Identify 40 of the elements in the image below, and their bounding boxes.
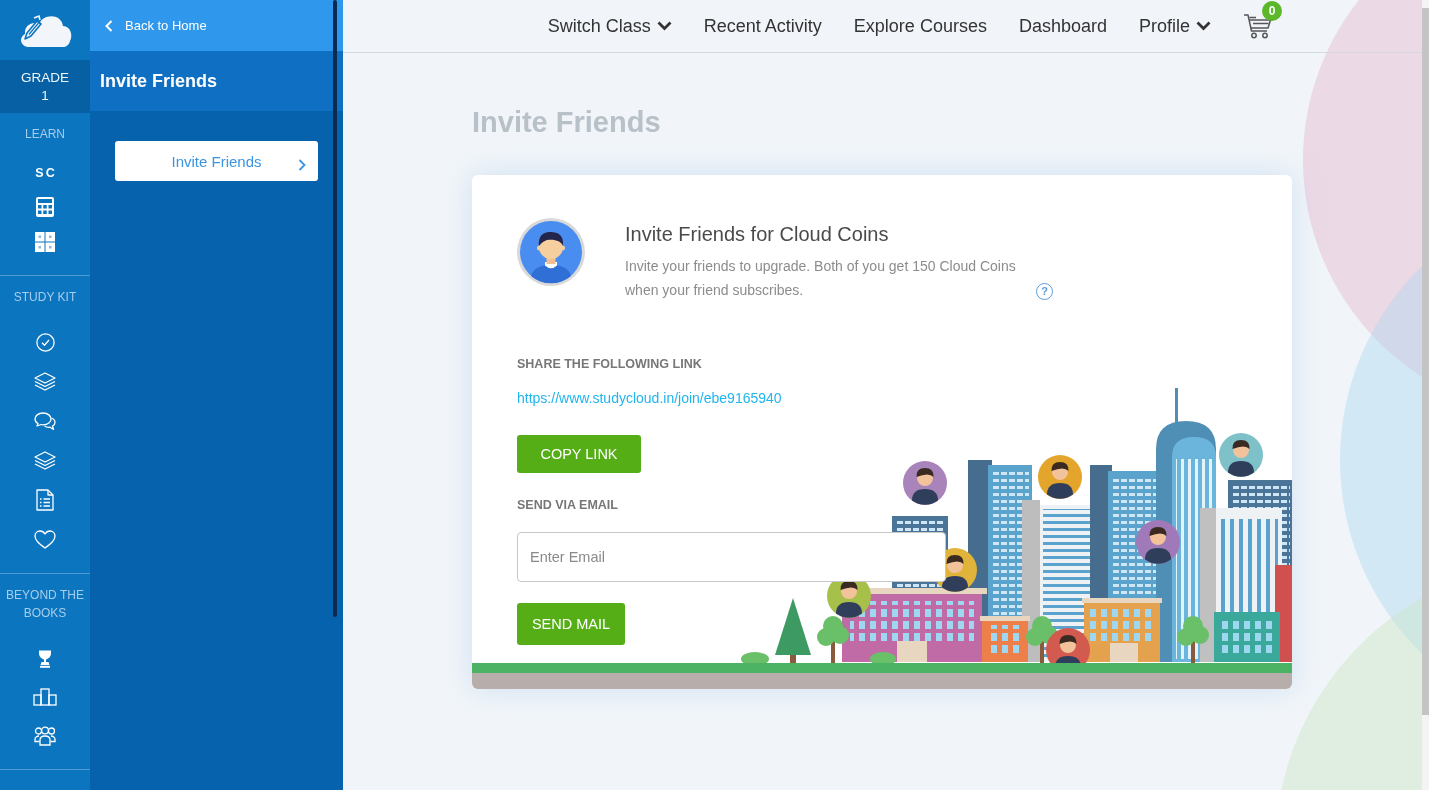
email-heading: SEND VIA EMAIL <box>517 497 618 513</box>
letter-grid-icon[interactable] <box>35 231 55 252</box>
bar-chart-icon[interactable] <box>33 688 57 706</box>
trophy-icon[interactable] <box>37 649 53 668</box>
chevron-right-icon <box>298 159 306 171</box>
group-icon[interactable] <box>34 725 56 746</box>
section-heading: BEYOND THE BOOKS <box>5 586 85 622</box>
chevron-down-icon <box>656 21 672 31</box>
page-title: Invite Friends <box>472 105 661 140</box>
chevron-down-icon <box>1196 21 1211 31</box>
back-button[interactable]: Back to Home <box>90 0 343 51</box>
section-heading: LEARN <box>25 127 65 141</box>
nav-link[interactable]: Profile <box>1138 15 1211 37</box>
check-circle-icon[interactable] <box>35 332 55 352</box>
invite-description: Invite your friends to upgrade. Both of you get 150 Cloud Coins when your friend subscribes. <box>625 257 1017 300</box>
scrollbar-thumb[interactable] <box>333 0 337 617</box>
layers-icon[interactable] <box>34 451 56 471</box>
cart-count-badge: 0 <box>1262 1 1282 21</box>
nav-link[interactable]: Switch Class <box>547 15 672 37</box>
nav-link[interactable]: Explore Courses <box>853 15 987 37</box>
document-list-icon[interactable] <box>36 489 54 512</box>
invite-title: Invite Friends for Cloud Coins <box>625 222 890 246</box>
cart-icon[interactable] <box>1243 13 1272 39</box>
grade-selector[interactable]: GRADE 1 <box>0 60 90 113</box>
layers-icon[interactable] <box>34 372 56 392</box>
email-input[interactable]: Enter Email <box>517 532 946 582</box>
chevron-left-icon <box>105 19 113 32</box>
nav-link[interactable]: Recent Activity <box>703 15 822 37</box>
share-heading: SHARE THE FOLLOWING LINK <box>517 356 702 372</box>
panel-title: Invite Friends <box>90 51 343 111</box>
section-heading: STUDY KIT <box>13 289 77 304</box>
subject-link[interactable]: SC <box>33 165 57 180</box>
nav-link[interactable]: Dashboard <box>1018 15 1107 37</box>
send-mail-button[interactable]: SEND MAIL <box>517 603 625 645</box>
calculator-icon[interactable] <box>36 197 54 218</box>
copy-link-button[interactable]: COPY LINK <box>517 435 641 473</box>
heart-icon[interactable] <box>34 530 56 550</box>
chat-bubbles-icon[interactable] <box>34 411 56 431</box>
user-avatar-icon <box>517 218 585 286</box>
menu-item[interactable]: Invite Friends <box>115 141 318 181</box>
